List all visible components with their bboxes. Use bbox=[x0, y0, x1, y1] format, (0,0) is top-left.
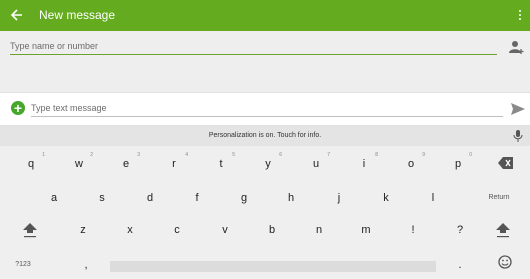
key-w[interactable]: w2 bbox=[59, 150, 99, 178]
send-icon[interactable] bbox=[510, 101, 526, 117]
keyboard: Personalization is on. Touch for info. q… bbox=[0, 126, 530, 278]
shift-icon bbox=[23, 223, 37, 238]
key-u[interactable]: u7 bbox=[296, 150, 336, 178]
return-key[interactable]: Return bbox=[474, 184, 524, 212]
recipient-input[interactable]: Type name or number bbox=[10, 39, 497, 55]
compose-bar: + Type text message bbox=[0, 92, 530, 126]
key-f[interactable]: f bbox=[177, 184, 217, 212]
key-h[interactable]: h bbox=[271, 184, 311, 212]
microphone-icon[interactable] bbox=[513, 130, 523, 142]
key-p[interactable]: p0 bbox=[438, 150, 478, 178]
emoji-key[interactable] bbox=[486, 249, 526, 277]
key-b[interactable]: b bbox=[252, 216, 292, 244]
comma-key[interactable]: , bbox=[66, 251, 106, 279]
page-title: New message bbox=[39, 8, 116, 22]
key-y[interactable]: y6 bbox=[248, 150, 288, 178]
back-arrow-icon[interactable] bbox=[9, 6, 25, 24]
key-t[interactable]: t5 bbox=[201, 150, 241, 178]
key-exclamation[interactable]: ! bbox=[393, 216, 433, 244]
suggestion-bar[interactable]: Personalization is on. Touch for info. bbox=[0, 126, 530, 146]
backspace-icon bbox=[498, 157, 513, 169]
message-input[interactable]: Type text message bbox=[31, 101, 503, 117]
key-o[interactable]: o9 bbox=[391, 150, 431, 178]
key-e[interactable]: e3 bbox=[106, 150, 146, 178]
key-m[interactable]: m bbox=[346, 216, 386, 244]
suggestion-text: Personalization is on. Touch for info. bbox=[208, 132, 322, 139]
emoji-icon bbox=[498, 255, 512, 269]
key-d[interactable]: d bbox=[130, 184, 170, 212]
symbols-key[interactable]: ?123 bbox=[5, 251, 41, 279]
key-c[interactable]: c bbox=[157, 216, 197, 244]
key-j[interactable]: j bbox=[319, 184, 359, 212]
app-bar: New message bbox=[0, 0, 530, 31]
attach-plus-icon[interactable]: + bbox=[11, 101, 25, 115]
key-a[interactable]: a bbox=[34, 184, 74, 212]
shift-left-key[interactable] bbox=[10, 216, 50, 244]
key-i[interactable]: i8 bbox=[344, 150, 384, 178]
key-question[interactable]: ? bbox=[440, 216, 480, 244]
key-g[interactable]: g bbox=[224, 184, 264, 212]
key-z[interactable]: z bbox=[63, 216, 103, 244]
period-key[interactable]: . bbox=[440, 251, 480, 279]
shift-right-key[interactable] bbox=[483, 216, 523, 244]
key-x[interactable]: x bbox=[110, 216, 150, 244]
recipient-area: Type name or number bbox=[0, 31, 530, 92]
more-options-icon[interactable] bbox=[517, 6, 523, 24]
key-k[interactable]: k bbox=[366, 184, 406, 212]
key-l[interactable]: l bbox=[413, 184, 453, 212]
key-q[interactable]: q1 bbox=[11, 150, 51, 178]
key-v[interactable]: v bbox=[205, 216, 245, 244]
shift-icon bbox=[496, 223, 510, 238]
key-r[interactable]: r4 bbox=[154, 150, 194, 178]
key-n[interactable]: n bbox=[299, 216, 339, 244]
backspace-key[interactable] bbox=[486, 150, 526, 178]
key-s[interactable]: s bbox=[82, 184, 122, 212]
add-contact-icon[interactable] bbox=[508, 39, 524, 55]
space-bar[interactable] bbox=[110, 261, 436, 272]
